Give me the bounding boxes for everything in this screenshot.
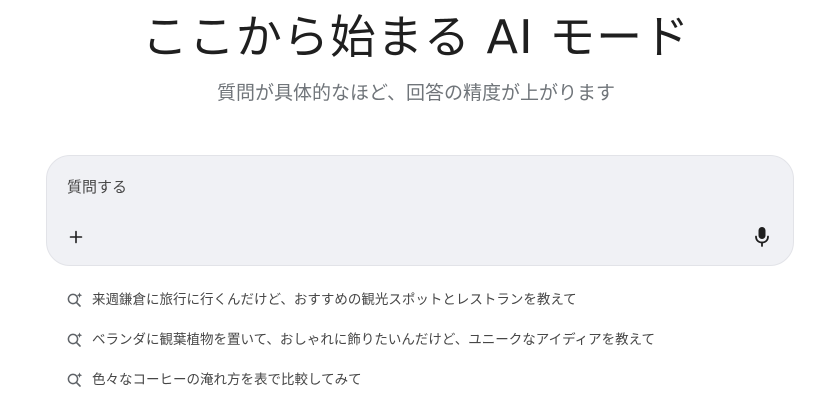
search-spark-icon — [66, 330, 86, 350]
page-subtitle: 質問が具体的なほど、回答の精度が上がります — [216, 82, 616, 104]
mic-icon — [755, 227, 769, 247]
ai-mode-page: ここから始まる AI モード 質問が具体的なほど、回答の精度が上がります 質問す… — [0, 0, 832, 416]
suggestion-text: 色々なコーヒーの淹れ方を表で比較してみて — [92, 372, 362, 388]
search-spark-icon — [66, 370, 86, 390]
search-spark-icon — [66, 290, 86, 310]
search-input[interactable] — [67, 176, 707, 198]
voice-search-button[interactable] — [747, 222, 777, 252]
suggestion-text: ベランダに観葉植物を置いて、おしゃれに飾りたいんだけど、ユニークなアイディアを教… — [92, 332, 655, 348]
add-button[interactable] — [61, 222, 91, 252]
suggestion-text: 来週鎌倉に旅行に行くんだけど、おすすめの観光スポットとレストランを教えて — [92, 292, 577, 308]
search-box[interactable] — [46, 155, 794, 266]
suggestion-item[interactable]: ベランダに観葉植物を置いて、おしゃれに飾りたいんだけど、ユニークなアイディアを教… — [66, 330, 806, 350]
plus-icon — [69, 230, 83, 244]
suggestion-item[interactable]: 色々なコーヒーの淹れ方を表で比較してみて — [66, 370, 806, 390]
suggestion-item[interactable]: 来週鎌倉に旅行に行くんだけど、おすすめの観光スポットとレストランを教えて — [66, 290, 806, 310]
suggestion-list: 来週鎌倉に旅行に行くんだけど、おすすめの観光スポットとレストランを教えて ベラン… — [66, 290, 806, 410]
page-title: ここから始まる AI モード — [141, 10, 691, 64]
